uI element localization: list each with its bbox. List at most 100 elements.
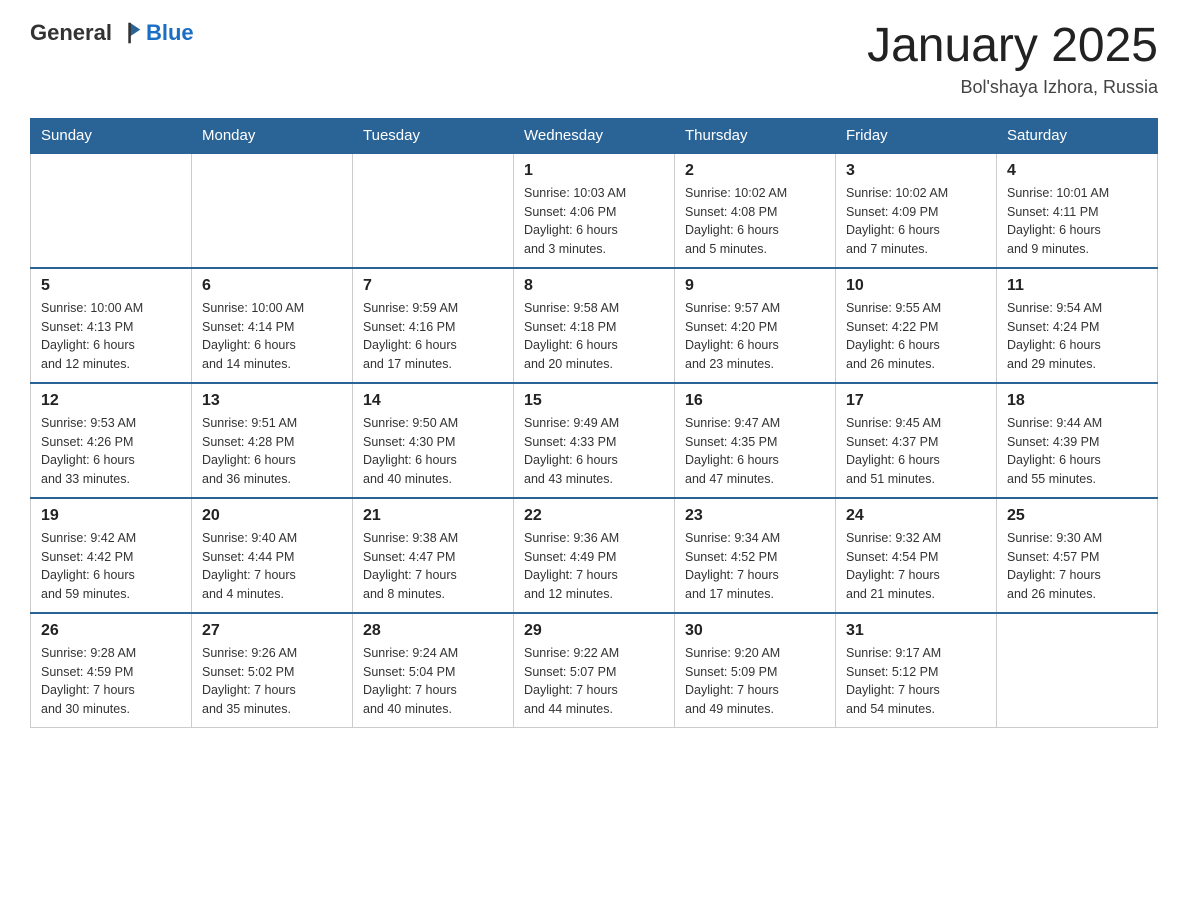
day-info: Sunrise: 9:28 AM Sunset: 4:59 PM Dayligh… — [41, 644, 181, 719]
day-info: Sunrise: 10:02 AM Sunset: 4:08 PM Daylig… — [685, 184, 825, 259]
column-header-thursday: Thursday — [675, 118, 836, 153]
calendar-cell: 24 Sunrise: 9:32 AM Sunset: 4:54 PM Dayli… — [836, 498, 997, 613]
day-info: Sunrise: 9:58 AM Sunset: 4:18 PM Dayligh… — [524, 299, 664, 374]
calendar-cell: 8 Sunrise: 9:58 AM Sunset: 4:18 PM Daylig… — [514, 268, 675, 383]
column-header-tuesday: Tuesday — [353, 118, 514, 153]
day-number: 6 — [202, 277, 342, 295]
day-info: Sunrise: 9:30 AM Sunset: 4:57 PM Dayligh… — [1007, 529, 1147, 604]
day-info: Sunrise: 9:20 AM Sunset: 5:09 PM Dayligh… — [685, 644, 825, 719]
day-info: Sunrise: 9:24 AM Sunset: 5:04 PM Dayligh… — [363, 644, 503, 719]
day-number: 31 — [846, 622, 986, 640]
day-number: 10 — [846, 277, 986, 295]
logo: General Blue — [30, 20, 194, 46]
day-number: 27 — [202, 622, 342, 640]
day-number: 26 — [41, 622, 181, 640]
logo-general: General — [30, 20, 112, 46]
location: Bol'shaya Izhora, Russia — [867, 77, 1158, 98]
calendar-cell: 20 Sunrise: 9:40 AM Sunset: 4:44 PM Dayli… — [192, 498, 353, 613]
calendar-cell: 13Sunrise: 9:51 AM Sunset: 4:28 PM Dayli… — [192, 383, 353, 498]
logo-blue: Blue — [146, 20, 194, 46]
calendar-cell: 21 Sunrise: 9:38 AM Sunset: 4:47 PM Dayli… — [353, 498, 514, 613]
calendar-table: SundayMondayTuesdayWednesdayThursdayFrid… — [30, 118, 1158, 728]
calendar-header-row: SundayMondayTuesdayWednesdayThursdayFrid… — [31, 118, 1158, 153]
day-info: Sunrise: 10:01 AM Sunset: 4:11 PM Daylig… — [1007, 184, 1147, 259]
day-number: 30 — [685, 622, 825, 640]
day-info: Sunrise: 9:38 AM Sunset: 4:47 PM Dayligh… — [363, 529, 503, 604]
day-number: 29 — [524, 622, 664, 640]
day-info: Sunrise: 9:44 AM Sunset: 4:39 PM Dayligh… — [1007, 414, 1147, 489]
column-header-saturday: Saturday — [997, 118, 1158, 153]
day-number: 9 — [685, 277, 825, 295]
calendar-week-row: 12 Sunrise: 9:53 AM Sunset: 4:26 PM Dayli… — [31, 383, 1158, 498]
calendar-cell: 29 Sunrise: 9:22 AM Sunset: 5:07 PM Dayli… — [514, 613, 675, 728]
calendar-week-row: 26 Sunrise: 9:28 AM Sunset: 4:59 PM Dayli… — [31, 613, 1158, 728]
calendar-cell: 30 Sunrise: 9:20 AM Sunset: 5:09 PM Dayli… — [675, 613, 836, 728]
day-number: 3 — [846, 162, 986, 180]
day-number: 11 — [1007, 277, 1147, 295]
calendar-cell: 15 Sunrise: 9:49 AM Sunset: 4:33 PM Dayli… — [514, 383, 675, 498]
day-info: Sunrise: 9:40 AM Sunset: 4:44 PM Dayligh… — [202, 529, 342, 604]
day-number: 18 — [1007, 392, 1147, 410]
day-info: Sunrise: 9:59 AM Sunset: 4:16 PM Dayligh… — [363, 299, 503, 374]
column-header-friday: Friday — [836, 118, 997, 153]
day-number: 4 — [1007, 162, 1147, 180]
day-number: 1 — [524, 162, 664, 180]
calendar-cell: 9 Sunrise: 9:57 AM Sunset: 4:20 PM Daylig… — [675, 268, 836, 383]
column-header-sunday: Sunday — [31, 118, 192, 153]
day-info: Sunrise: 9:49 AM Sunset: 4:33 PM Dayligh… — [524, 414, 664, 489]
calendar-cell: 27 Sunrise: 9:26 AM Sunset: 5:02 PM Dayli… — [192, 613, 353, 728]
page-header: General Blue January 2025 Bol'shaya Izho… — [30, 20, 1158, 98]
day-info: Sunrise: 9:32 AM Sunset: 4:54 PM Dayligh… — [846, 529, 986, 604]
day-info: Sunrise: 9:55 AM Sunset: 4:22 PM Dayligh… — [846, 299, 986, 374]
day-info: Sunrise: 9:17 AM Sunset: 5:12 PM Dayligh… — [846, 644, 986, 719]
day-number: 25 — [1007, 507, 1147, 525]
calendar-week-row: 19Sunrise: 9:42 AM Sunset: 4:42 PM Dayli… — [31, 498, 1158, 613]
logo-flag-icon — [118, 21, 142, 45]
day-info: Sunrise: 10:00 AM Sunset: 4:13 PM Daylig… — [41, 299, 181, 374]
day-info: Sunrise: 10:02 AM Sunset: 4:09 PM Daylig… — [846, 184, 986, 259]
day-info: Sunrise: 10:00 AM Sunset: 4:14 PM Daylig… — [202, 299, 342, 374]
calendar-cell: 18 Sunrise: 9:44 AM Sunset: 4:39 PM Dayli… — [997, 383, 1158, 498]
day-number: 8 — [524, 277, 664, 295]
calendar-cell: 2 Sunrise: 10:02 AM Sunset: 4:08 PM Dayli… — [675, 153, 836, 268]
calendar-cell: 16 Sunrise: 9:47 AM Sunset: 4:35 PM Dayli… — [675, 383, 836, 498]
calendar-cell: 5 Sunrise: 10:00 AM Sunset: 4:13 PM Dayli… — [31, 268, 192, 383]
day-info: Sunrise: 9:22 AM Sunset: 5:07 PM Dayligh… — [524, 644, 664, 719]
day-info: Sunrise: 9:54 AM Sunset: 4:24 PM Dayligh… — [1007, 299, 1147, 374]
day-number: 12 — [41, 392, 181, 410]
calendar-cell: 22Sunrise: 9:36 AM Sunset: 4:49 PM Dayli… — [514, 498, 675, 613]
calendar-cell: 23Sunrise: 9:34 AM Sunset: 4:52 PM Dayli… — [675, 498, 836, 613]
calendar-cell — [192, 153, 353, 268]
day-info: Sunrise: 10:03 AM Sunset: 4:06 PM Daylig… — [524, 184, 664, 259]
day-info: Sunrise: 9:26 AM Sunset: 5:02 PM Dayligh… — [202, 644, 342, 719]
calendar-cell: 26 Sunrise: 9:28 AM Sunset: 4:59 PM Dayli… — [31, 613, 192, 728]
column-header-monday: Monday — [192, 118, 353, 153]
calendar-cell: 17 Sunrise: 9:45 AM Sunset: 4:37 PM Dayli… — [836, 383, 997, 498]
title-block: January 2025 Bol'shaya Izhora, Russia — [867, 20, 1158, 98]
calendar-cell: 31 Sunrise: 9:17 AM Sunset: 5:12 PM Dayli… — [836, 613, 997, 728]
day-number: 15 — [524, 392, 664, 410]
day-number: 28 — [363, 622, 503, 640]
day-number: 17 — [846, 392, 986, 410]
calendar-cell: 10 Sunrise: 9:55 AM Sunset: 4:22 PM Dayli… — [836, 268, 997, 383]
day-number: 5 — [41, 277, 181, 295]
day-number: 22 — [524, 507, 664, 525]
calendar-cell: 25 Sunrise: 9:30 AM Sunset: 4:57 PM Dayli… — [997, 498, 1158, 613]
day-number: 24 — [846, 507, 986, 525]
day-number: 20 — [202, 507, 342, 525]
day-number: 16 — [685, 392, 825, 410]
day-info: Sunrise: 9:53 AM Sunset: 4:26 PM Dayligh… — [41, 414, 181, 489]
calendar-cell: 11 Sunrise: 9:54 AM Sunset: 4:24 PM Dayli… — [997, 268, 1158, 383]
day-info: Sunrise: 9:45 AM Sunset: 4:37 PM Dayligh… — [846, 414, 986, 489]
calendar-cell: 14Sunrise: 9:50 AM Sunset: 4:30 PM Dayli… — [353, 383, 514, 498]
day-number: 23 — [685, 507, 825, 525]
calendar-week-row: 1 Sunrise: 10:03 AM Sunset: 4:06 PM Dayli… — [31, 153, 1158, 268]
day-number: 21 — [363, 507, 503, 525]
day-info: Sunrise: 9:51 AM Sunset: 4:28 PM Dayligh… — [202, 414, 342, 489]
day-info: Sunrise: 9:57 AM Sunset: 4:20 PM Dayligh… — [685, 299, 825, 374]
day-number: 2 — [685, 162, 825, 180]
calendar-cell: 3 Sunrise: 10:02 AM Sunset: 4:09 PM Dayli… — [836, 153, 997, 268]
calendar-cell — [353, 153, 514, 268]
calendar-cell: 19Sunrise: 9:42 AM Sunset: 4:42 PM Dayli… — [31, 498, 192, 613]
day-info: Sunrise: 9:47 AM Sunset: 4:35 PM Dayligh… — [685, 414, 825, 489]
